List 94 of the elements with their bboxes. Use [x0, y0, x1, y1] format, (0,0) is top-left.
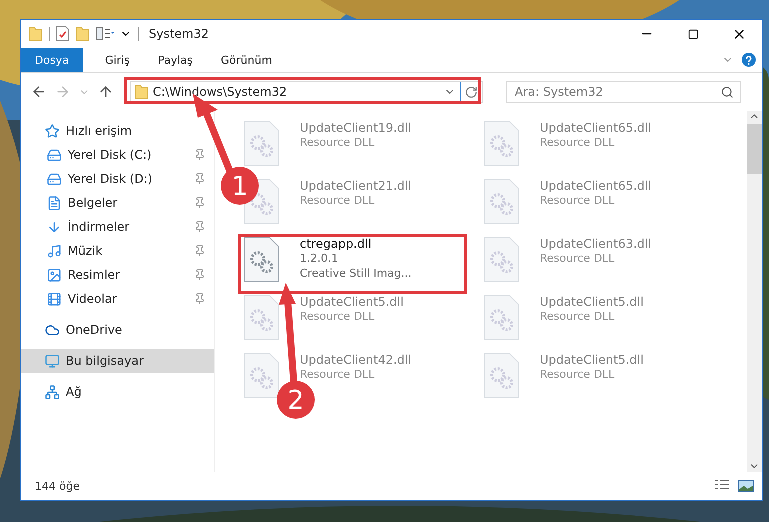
file-name: UpdateClient19.dll: [300, 121, 412, 135]
sidebar-item[interactable]: Resimler: [21, 263, 214, 287]
sidebar-item[interactable]: Müzik: [21, 239, 214, 263]
sidebar-label: Yerel Disk (D:): [68, 172, 154, 186]
sidebar-item[interactable]: OneDrive: [21, 318, 214, 342]
address-bar[interactable]: C:\Windows\System32: [130, 81, 483, 103]
film-icon: [47, 292, 62, 306]
pin-icon[interactable]: [194, 245, 206, 257]
step-marker: 1: [221, 167, 259, 205]
help-icon[interactable]: [742, 53, 756, 67]
properties-icon[interactable]: [96, 27, 114, 41]
file-detail: Resource DLL: [540, 135, 616, 150]
picture-icon: [47, 268, 62, 282]
sidebar-label: Videolar: [68, 292, 118, 306]
pin-icon[interactable]: [194, 221, 206, 233]
file-icon: [484, 237, 520, 283]
file-icon: [484, 121, 520, 167]
sidebar-label: Ağ: [66, 385, 83, 399]
file-detail: 1.2.0.1: [300, 251, 340, 266]
pin-icon[interactable]: [194, 269, 206, 281]
music-note-icon: [47, 244, 62, 258]
sidebar-label: İndirmeler: [68, 220, 131, 234]
sidebar-label: Resimler: [68, 268, 122, 282]
pin-icon[interactable]: [194, 293, 206, 305]
details-view-icon[interactable]: [714, 480, 730, 492]
folder-icon: [76, 26, 90, 42]
sidebar-label: Bu bilgisayar: [66, 354, 145, 368]
star-icon: [45, 124, 60, 138]
sidebar-label: Müzik: [68, 244, 104, 258]
file-icon: [244, 295, 280, 341]
folder-icon: [29, 26, 43, 42]
file-name: UpdateClient65.dll: [540, 179, 652, 193]
ribbon-tab[interactable]: Paylaş: [144, 48, 207, 72]
file-detail: Resource DLL: [300, 193, 376, 208]
file-name: UpdateClient5.dll: [540, 353, 644, 367]
address-field[interactable]: C:\Windows\System32: [149, 85, 440, 99]
file-name: UpdateClient65.dll: [540, 121, 652, 135]
search-box[interactable]: Ara: System32: [506, 81, 741, 103]
monitor-icon: [45, 354, 60, 368]
sidebar-item[interactable]: Yerel Disk (C:): [21, 143, 214, 167]
sidebar-item[interactable]: Videolar: [21, 287, 214, 311]
file-detail: Creative Still Imag...: [300, 266, 412, 281]
file-name: UpdateClient5.dll: [300, 295, 404, 309]
sidebar-item[interactable]: Ağ: [21, 380, 214, 404]
file-icon: [244, 121, 280, 167]
sidebar-label: Hızlı erişim: [66, 124, 134, 138]
file-detail: Resource DLL: [300, 367, 376, 382]
large-icons-view-icon[interactable]: [738, 480, 754, 492]
file-name: UpdateClient63.dll: [540, 237, 652, 251]
drive-icon: [47, 172, 62, 186]
sidebar-label: Belgeler: [68, 196, 119, 210]
ribbon-tab[interactable]: Dosya: [21, 48, 84, 72]
file-icon: [244, 237, 280, 283]
file-name: UpdateClient21.dll: [300, 179, 412, 193]
file-detail: Resource DLL: [540, 367, 616, 382]
scrollbar[interactable]: [747, 111, 762, 472]
window-title: System32: [149, 27, 210, 41]
ribbon-tab[interactable]: Görünüm: [207, 48, 286, 72]
file-detail: Resource DLL: [540, 251, 616, 266]
ribbon-tab[interactable]: Giriş: [91, 48, 144, 72]
sidebar-item[interactable]: Bu bilgisayar: [21, 349, 214, 373]
pin-icon[interactable]: [194, 197, 206, 209]
pin-icon[interactable]: [194, 149, 206, 161]
sidebar-label: OneDrive: [66, 323, 124, 337]
sidebar-item[interactable]: İndirmeler: [21, 215, 214, 239]
file-name: UpdateClient42.dll: [300, 353, 412, 367]
file-icon: [484, 295, 520, 341]
sidebar-label: Yerel Disk (C:): [68, 148, 153, 162]
drive-icon: [47, 148, 62, 162]
file-icon: [244, 353, 280, 399]
step-marker: 2: [277, 381, 315, 419]
refresh-icon: [465, 86, 478, 98]
file-name: ctregapp.dll: [300, 237, 373, 251]
file-detail: Resource DLL: [540, 193, 616, 208]
sidebar-item[interactable]: Yerel Disk (D:): [21, 167, 214, 191]
network-icon: [45, 384, 60, 400]
maximize-icon: [688, 28, 698, 40]
cloud-icon: [45, 322, 60, 338]
checklist-icon[interactable]: [56, 26, 70, 42]
document-icon: [47, 196, 62, 210]
file-detail: Resource DLL: [300, 135, 376, 150]
file-detail: Resource DLL: [540, 309, 616, 324]
file-icon: [484, 179, 520, 225]
item-count: 144 öğe: [35, 480, 80, 492]
sidebar-item[interactable]: Hızlı erişim: [21, 119, 214, 143]
folder-icon: [135, 84, 149, 100]
file-detail: Resource DLL: [300, 309, 376, 324]
scroll-thumb[interactable]: [747, 124, 762, 174]
pin-icon[interactable]: [194, 173, 206, 185]
file-name: UpdateClient5.dll: [540, 295, 644, 309]
file-icon: [484, 353, 520, 399]
search-icon: [721, 86, 734, 98]
download-icon: [47, 220, 62, 234]
sidebar-item[interactable]: Belgeler: [21, 191, 214, 215]
